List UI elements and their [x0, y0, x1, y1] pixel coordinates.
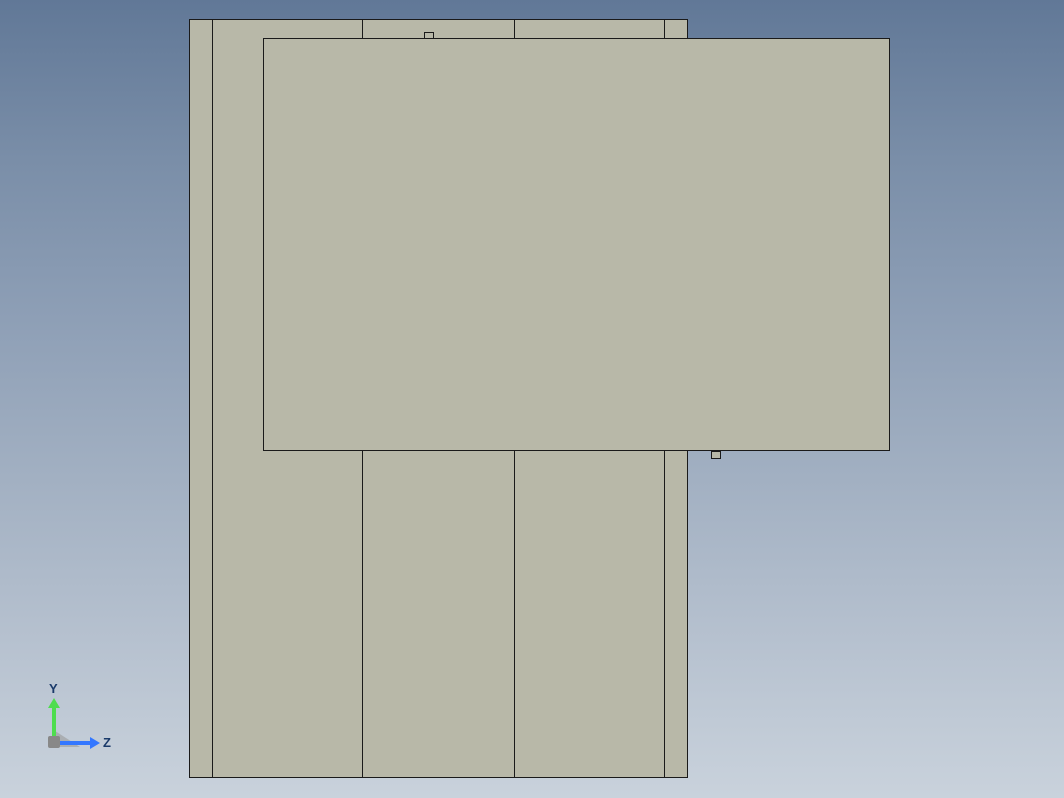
axis-z-label: Z	[103, 735, 111, 750]
axis-y-arrow-icon	[48, 698, 60, 708]
model-edge-line	[212, 19, 213, 778]
triad-origin	[48, 736, 60, 748]
cad-viewport[interactable]: Y Z	[0, 0, 1064, 798]
model-notch-feature[interactable]	[711, 451, 721, 459]
model-front-panel[interactable]	[263, 38, 890, 451]
axis-z-arrow-icon	[90, 737, 100, 749]
axis-z	[58, 741, 93, 745]
coordinate-triad[interactable]: Y Z	[30, 688, 100, 758]
axis-y-label: Y	[49, 681, 58, 696]
axis-y	[52, 705, 56, 740]
